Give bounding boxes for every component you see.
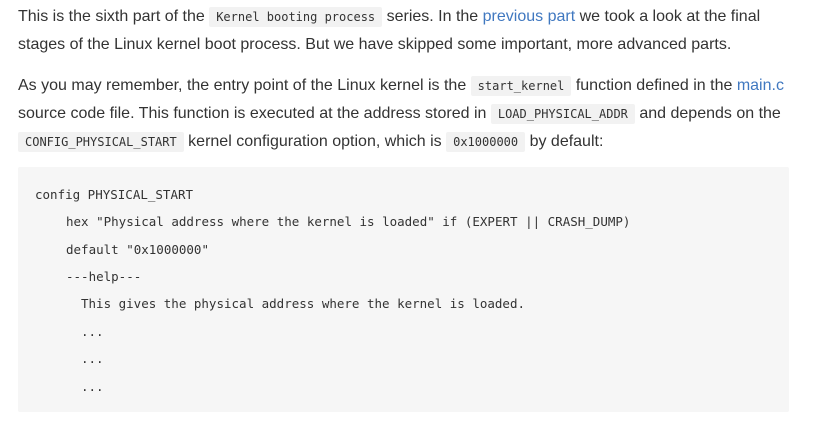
code-line: ---help--- [66, 269, 142, 284]
intro-text-2: series. In the [382, 8, 483, 25]
intro-text-1: This is the sixth part of the [18, 8, 210, 25]
inline-code-config-physical-start: CONFIG_PHYSICAL_START [18, 132, 184, 152]
inline-code-kernel-booting-process: Kernel booting process [209, 7, 383, 27]
code-line: default "0x1000000" [66, 242, 209, 257]
code-line: This gives the physical address where th… [81, 296, 526, 311]
entry-text-6: by default: [525, 133, 604, 150]
code-block: config PHYSICAL_START hex "Physical addr… [18, 167, 789, 412]
entry-text-5: kernel configuration option, which is [183, 133, 447, 150]
entry-text-4: and depends on the [634, 105, 781, 122]
entry-text-2: function defined in the [571, 77, 737, 94]
article-content: This is the sixth part of the Kernel boo… [0, 0, 837, 439]
previous-part-link[interactable]: previous part [483, 8, 576, 25]
code-line: ... [81, 351, 104, 366]
code-line: hex "Physical address where the kernel i… [66, 214, 631, 229]
entry-text-1: As you may remember, the entry point of … [18, 77, 471, 94]
code-line: config PHYSICAL_START [35, 187, 194, 202]
main-c-link[interactable]: main.c [737, 77, 784, 94]
inline-code-default-address: 0x1000000 [446, 132, 526, 152]
entry-text-3: source code file. This function is execu… [18, 105, 491, 122]
code-line: ... [81, 379, 104, 394]
intro-paragraph: This is the sixth part of the Kernel boo… [18, 3, 798, 59]
code-line: ... [81, 324, 104, 339]
entry-point-paragraph: As you may remember, the entry point of … [18, 72, 798, 156]
inline-code-start-kernel: start_kernel [470, 76, 572, 96]
inline-code-load-physical-addr: LOAD_PHYSICAL_ADDR [490, 104, 635, 124]
